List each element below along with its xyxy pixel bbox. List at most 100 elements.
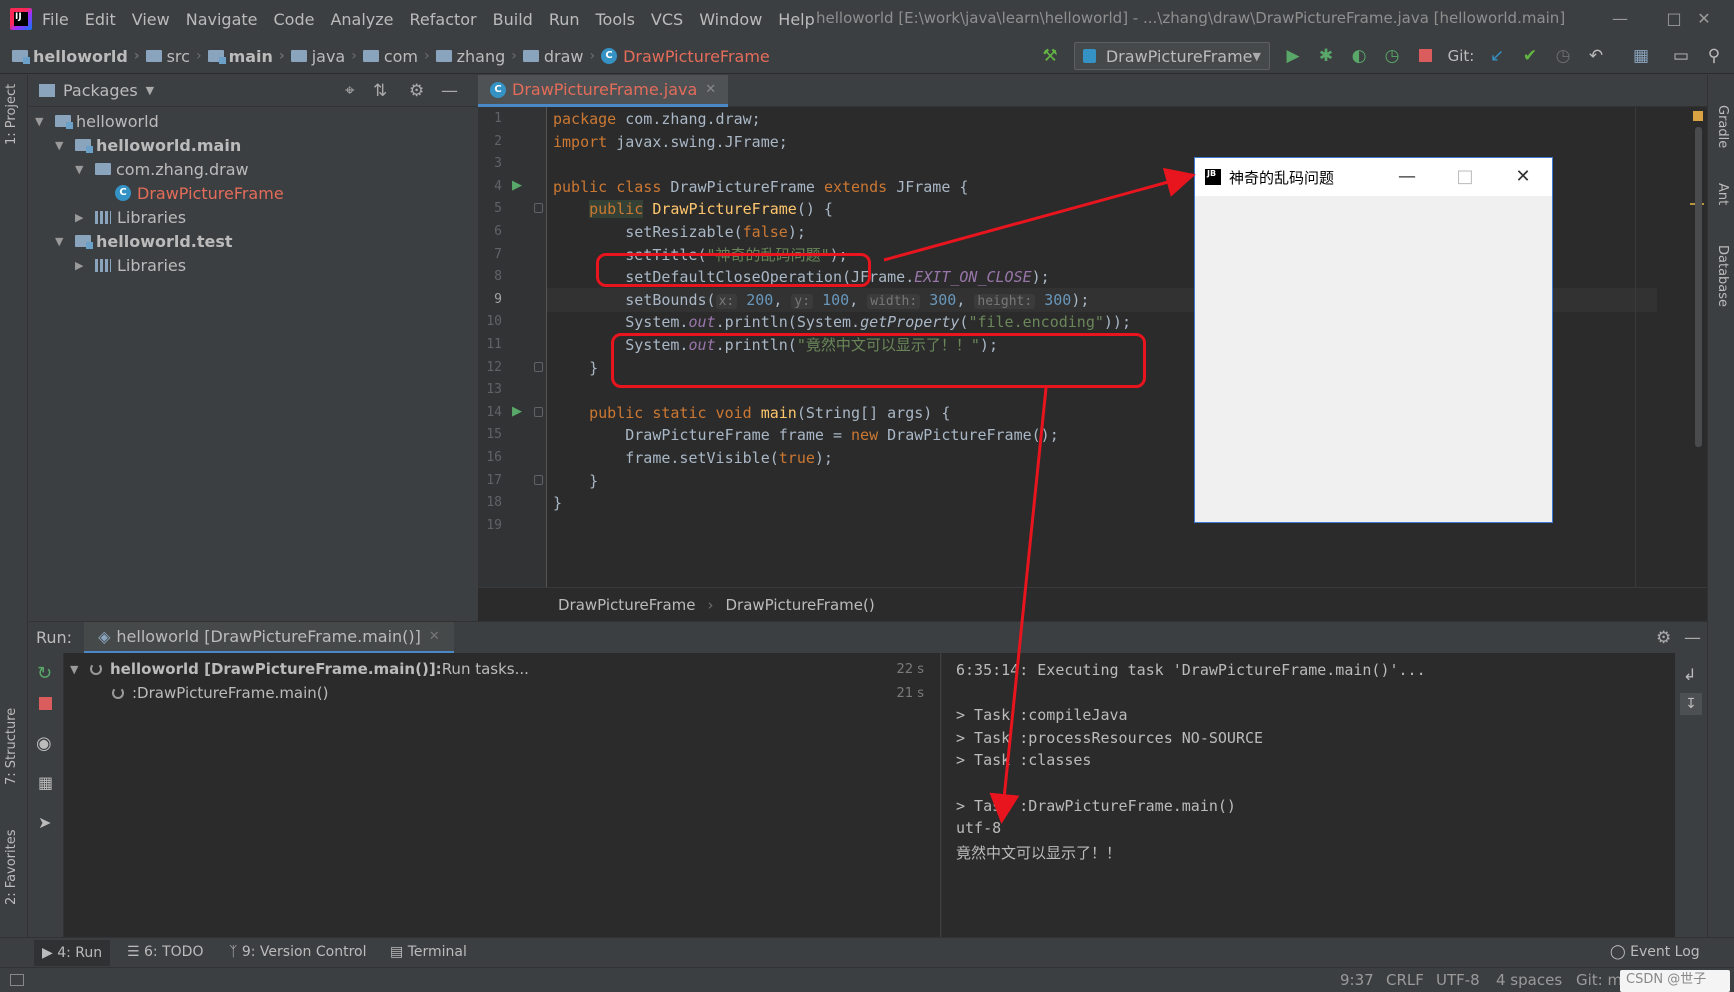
- maximize-window-button[interactable]: □: [1660, 6, 1688, 32]
- eye-icon[interactable]: ◉: [36, 733, 52, 754]
- collapse-all-icon[interactable]: ⇅: [373, 81, 387, 101]
- breadcrumb-item-zhang[interactable]: zhang ›: [435, 47, 517, 66]
- tree-item-drawpictureframe[interactable]: C DrawPictureFrame: [95, 181, 284, 205]
- menu-run[interactable]: Run: [549, 10, 580, 29]
- hide-panel-icon[interactable]: —: [1684, 628, 1701, 648]
- chevron-down-icon[interactable]: ▼: [146, 84, 154, 97]
- run-tab[interactable]: ◈ helloworld [DrawPictureFrame.main()] ✕: [84, 621, 454, 654]
- breadcrumb-item-helloworld[interactable]: helloworld ›: [12, 47, 140, 66]
- menu-vcs[interactable]: VCS: [651, 10, 683, 29]
- tool-tab-terminal[interactable]: ▤ Terminal: [390, 944, 467, 960]
- menu-refactor[interactable]: Refactor: [410, 10, 477, 29]
- swing-close-button[interactable]: ✕: [1494, 158, 1552, 196]
- project-view-selector[interactable]: Packages: [63, 81, 138, 100]
- breadcrumb-item-draw[interactable]: draw ›: [522, 47, 595, 66]
- project-structure-icon[interactable]: ▦: [1630, 45, 1652, 67]
- coverage-icon[interactable]: ◐: [1348, 45, 1370, 67]
- menu-code[interactable]: Code: [274, 10, 315, 29]
- code-line[interactable]: public static void main(String[] args) {: [553, 401, 950, 425]
- fold-marker-icon[interactable]: [534, 203, 543, 213]
- breadcrumb-item-src[interactable]: src ›: [145, 47, 202, 66]
- scroll-to-end-icon[interactable]: ↧: [1680, 693, 1702, 715]
- expanded-triangle-icon[interactable]: ▼: [75, 163, 89, 176]
- swing-title-bar[interactable]: JB 神奇的乱码问题 — □ ✕: [1195, 158, 1552, 196]
- tool-tab-todo[interactable]: ☰ 6: TODO: [127, 944, 203, 960]
- structure-tool-tab[interactable]: 7: Structure: [4, 708, 19, 785]
- code-line[interactable]: setResizable(false);: [553, 220, 806, 244]
- breadcrumb-item-main[interactable]: main ›: [207, 47, 285, 66]
- locate-file-icon[interactable]: ⌖: [345, 81, 355, 101]
- line-separator[interactable]: CRLF: [1386, 971, 1424, 989]
- gear-icon[interactable]: ⚙: [409, 81, 424, 101]
- menu-help[interactable]: Help: [778, 10, 814, 29]
- rollback-icon[interactable]: ↶: [1585, 45, 1607, 67]
- favorites-tool-tab[interactable]: 2: Favorites: [4, 829, 19, 905]
- menu-tools[interactable]: Tools: [596, 10, 635, 29]
- expanded-triangle-icon[interactable]: ▼: [55, 139, 69, 152]
- debug-icon[interactable]: ✱: [1315, 45, 1337, 67]
- profile-icon[interactable]: ◷: [1381, 45, 1403, 67]
- gear-icon[interactable]: ⚙: [1656, 628, 1671, 648]
- toggle-tool-windows-icon[interactable]: [10, 974, 24, 986]
- menu-file[interactable]: File: [42, 10, 69, 29]
- rerun-icon[interactable]: ↻: [37, 663, 52, 684]
- search-icon[interactable]: ⚲: [1703, 45, 1725, 67]
- expanded-triangle-icon[interactable]: ▼: [70, 663, 84, 676]
- hide-panel-icon[interactable]: —: [441, 81, 458, 101]
- run-tree-row-task[interactable]: :DrawPictureFrame.main() 21 s: [112, 681, 934, 705]
- run-icon[interactable]: ▶: [1282, 45, 1304, 67]
- breadcrumb-item-drawpictureframe[interactable]: C DrawPictureFrame: [601, 47, 770, 66]
- code-line[interactable]: frame.setVisible(true);: [553, 446, 833, 470]
- git-update-icon[interactable]: ↙: [1486, 45, 1508, 67]
- tool-tab-version-control[interactable]: ᛉ 9: Version Control: [229, 944, 366, 960]
- expanded-triangle-icon[interactable]: ▼: [55, 235, 69, 248]
- scrollbar-thumb[interactable]: [1695, 127, 1702, 447]
- tool-tab-run[interactable]: ▶ 4: Run: [34, 940, 111, 966]
- breadcrumb-class[interactable]: DrawPictureFrame: [558, 596, 696, 614]
- menu-view[interactable]: View: [132, 10, 170, 29]
- code-line[interactable]: }: [553, 469, 598, 493]
- close-window-button[interactable]: ✕: [1690, 6, 1718, 32]
- file-encoding[interactable]: UTF-8: [1436, 971, 1480, 989]
- breadcrumb-method[interactable]: DrawPictureFrame(): [726, 596, 875, 614]
- database-tool-tab[interactable]: Database: [1715, 245, 1730, 307]
- fold-marker-icon[interactable]: [534, 475, 543, 485]
- console-output[interactable]: 6:35:14: Executing task 'DrawPictureFram…: [941, 653, 1675, 937]
- ant-tool-tab[interactable]: Ant: [1715, 183, 1730, 205]
- gradle-tool-tab[interactable]: Gradle: [1715, 105, 1730, 148]
- terminal-icon[interactable]: ▭: [1670, 45, 1692, 67]
- caret-position[interactable]: 9:37: [1340, 971, 1374, 989]
- breadcrumb-item-com[interactable]: com ›: [362, 47, 430, 66]
- code-line[interactable]: import javax.swing.JFrame;: [553, 130, 788, 154]
- stop-icon[interactable]: [1414, 45, 1436, 67]
- minimize-window-button[interactable]: —: [1606, 6, 1634, 32]
- collapsed-triangle-icon[interactable]: ▶: [75, 259, 89, 272]
- stop-icon[interactable]: [39, 697, 52, 710]
- hammer-icon[interactable]: ⚒: [1039, 45, 1061, 67]
- code-line[interactable]: DrawPictureFrame frame = new DrawPicture…: [553, 423, 1059, 447]
- project-tool-tab[interactable]: 1: Project: [4, 84, 19, 145]
- indent-setting[interactable]: 4 spaces: [1496, 971, 1562, 989]
- code-line[interactable]: }: [553, 491, 562, 515]
- run-configuration-selector[interactable]: DrawPictureFrame ▼: [1074, 42, 1270, 70]
- tree-item-com-zhang-draw[interactable]: ▼ com.zhang.draw: [75, 157, 249, 181]
- code-line[interactable]: public DrawPictureFrame() {: [553, 197, 833, 221]
- menu-analyze[interactable]: Analyze: [330, 10, 393, 29]
- run-gutter-icon[interactable]: ▶: [512, 404, 522, 419]
- menu-build[interactable]: Build: [493, 10, 533, 29]
- tree-item-helloworld[interactable]: ▼ helloworld: [35, 109, 159, 133]
- code-line[interactable]: package com.zhang.draw;: [553, 107, 761, 131]
- menu-navigate[interactable]: Navigate: [186, 10, 258, 29]
- warning-marker-icon[interactable]: [1693, 111, 1703, 121]
- fold-marker-icon[interactable]: [534, 362, 543, 372]
- expanded-triangle-icon[interactable]: ▼: [35, 115, 49, 128]
- git-commit-icon[interactable]: ✔: [1519, 45, 1541, 67]
- run-tree-row-root[interactable]: ▼ helloworld [DrawPictureFrame.main()]: …: [70, 657, 934, 681]
- code-line[interactable]: System.out.println(System.getProperty("f…: [553, 310, 1131, 334]
- close-tab-icon[interactable]: ✕: [429, 629, 440, 644]
- fold-marker-icon[interactable]: [534, 407, 543, 417]
- code-line[interactable]: public class DrawPictureFrame extends JF…: [553, 175, 968, 199]
- soft-wrap-icon[interactable]: ↲: [1683, 665, 1696, 684]
- tree-item-libraries[interactable]: ▶ Libraries: [75, 205, 186, 229]
- tree-item-helloworld-main[interactable]: ▼ helloworld.main: [55, 133, 241, 157]
